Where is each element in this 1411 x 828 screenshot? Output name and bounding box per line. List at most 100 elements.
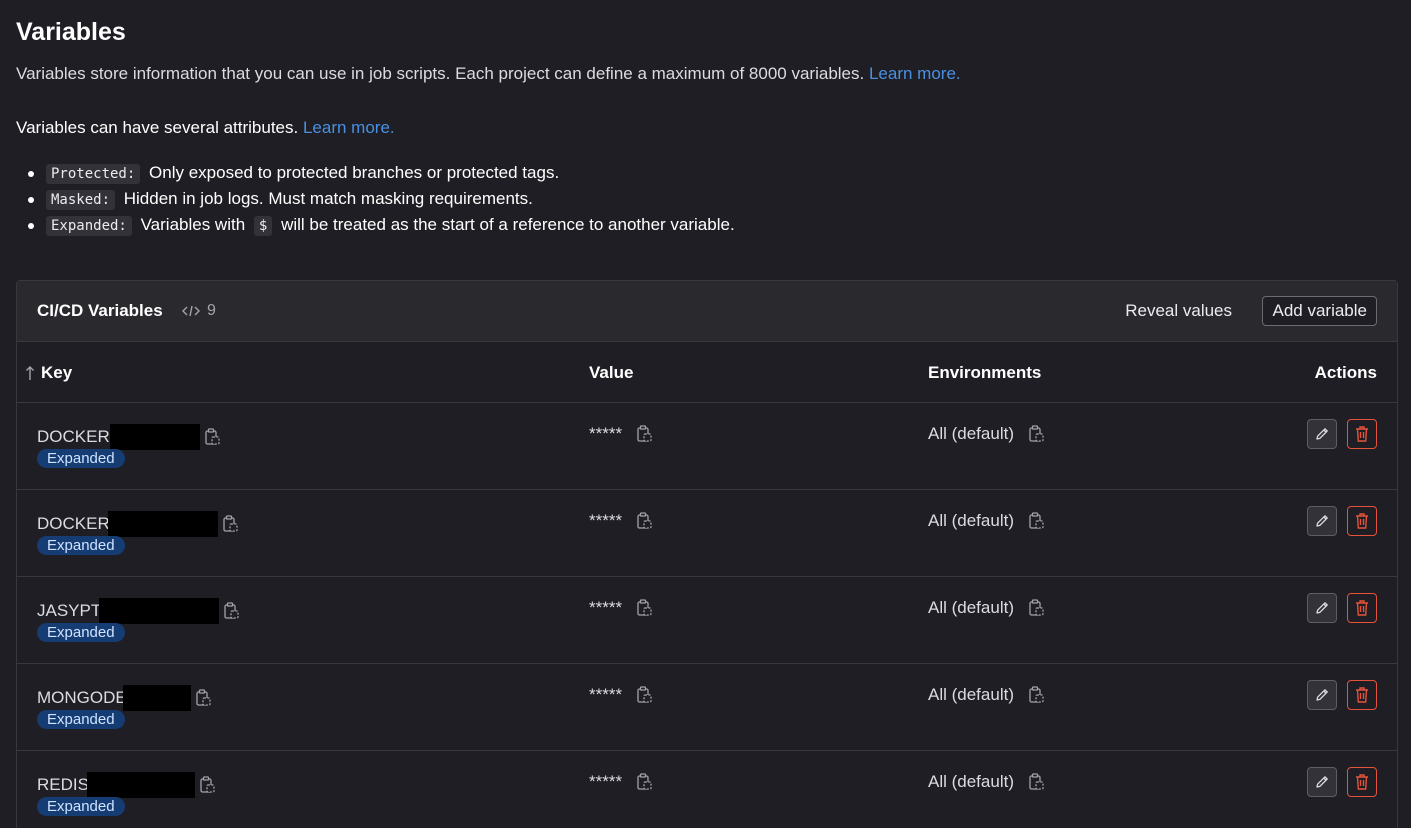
masked-value: ***** bbox=[589, 424, 623, 443]
copy-clipboard-icon bbox=[637, 599, 652, 616]
trash-icon bbox=[1356, 774, 1368, 790]
attribute-code: Masked: bbox=[46, 190, 116, 210]
edit-variable-button[interactable] bbox=[1307, 680, 1337, 710]
copy-clipboard-icon bbox=[1029, 773, 1044, 790]
variable-key: DOCKER bbox=[37, 511, 238, 537]
attribute-expanded: Expanded: Variables with $ will be treat… bbox=[28, 212, 735, 238]
variable-environment: All (default) bbox=[928, 598, 1044, 618]
masked-value: ***** bbox=[589, 511, 623, 530]
variable-environment: All (default) bbox=[928, 772, 1044, 792]
copy-environment-button[interactable] bbox=[1028, 773, 1044, 791]
copy-clipboard-icon bbox=[1029, 512, 1044, 529]
dollar-code: $ bbox=[253, 216, 273, 236]
attribute-code: Expanded: bbox=[46, 216, 132, 236]
redacted-region bbox=[122, 685, 191, 711]
ci-cd-variables-card: CI/CD Variables 9 Reveal values Add vari… bbox=[16, 280, 1398, 828]
copy-environment-button[interactable] bbox=[1028, 425, 1044, 443]
variable-environment: All (default) bbox=[928, 685, 1044, 705]
delete-variable-button[interactable] bbox=[1347, 419, 1377, 449]
copy-key-button[interactable] bbox=[223, 602, 239, 620]
variable-key: JASYPT bbox=[37, 598, 239, 624]
copy-value-button[interactable] bbox=[636, 686, 652, 704]
table-row: REDIS Expanded ***** All (default) bbox=[17, 751, 1397, 828]
attributes-learn-more-link[interactable]: Learn more. bbox=[303, 118, 395, 137]
copy-clipboard-icon bbox=[200, 776, 215, 793]
copy-clipboard-icon bbox=[637, 512, 652, 529]
masked-value: ***** bbox=[589, 685, 623, 704]
attribute-protected: Protected: Only exposed to protected bra… bbox=[28, 160, 735, 186]
copy-key-button[interactable] bbox=[204, 428, 220, 446]
copy-value-button[interactable] bbox=[636, 773, 652, 791]
redacted-region bbox=[86, 772, 195, 798]
delete-variable-button[interactable] bbox=[1347, 680, 1377, 710]
redacted-region bbox=[99, 598, 220, 624]
pencil-icon bbox=[1316, 428, 1328, 440]
value-column-header: Value bbox=[589, 363, 634, 382]
sort-ascending-icon bbox=[26, 366, 34, 380]
trash-icon bbox=[1356, 426, 1368, 442]
table-row: DOCKER Expanded ***** All (default) bbox=[17, 490, 1397, 577]
copy-value-button[interactable] bbox=[636, 425, 652, 443]
variable-key-text: DOCKER bbox=[37, 514, 110, 533]
variable-key-text: REDIS bbox=[37, 775, 89, 794]
copy-key-button[interactable] bbox=[199, 776, 215, 794]
table-row: DOCKER Expanded ***** All (default) bbox=[17, 403, 1397, 490]
copy-value-button[interactable] bbox=[636, 512, 652, 530]
card-header: CI/CD Variables 9 Reveal values Add vari… bbox=[17, 281, 1397, 342]
redacted-region bbox=[109, 424, 200, 450]
variable-count: 9 bbox=[181, 302, 216, 320]
row-actions bbox=[1307, 506, 1377, 536]
edit-variable-button[interactable] bbox=[1307, 767, 1337, 797]
variable-key: DOCKER bbox=[37, 424, 220, 450]
trash-icon bbox=[1356, 513, 1368, 529]
pencil-icon bbox=[1316, 776, 1328, 788]
masked-value: ***** bbox=[589, 772, 623, 791]
attribute-text: Hidden in job logs. Must match masking r… bbox=[123, 189, 533, 208]
copy-environment-button[interactable] bbox=[1028, 512, 1044, 530]
delete-variable-button[interactable] bbox=[1347, 593, 1377, 623]
copy-clipboard-icon bbox=[637, 425, 652, 442]
variable-environment: All (default) bbox=[928, 424, 1044, 444]
pencil-icon bbox=[1316, 515, 1328, 527]
delete-variable-button[interactable] bbox=[1347, 767, 1377, 797]
card-title: CI/CD Variables bbox=[37, 301, 163, 320]
add-variable-button[interactable]: Add variable bbox=[1262, 296, 1377, 326]
learn-more-link[interactable]: Learn more. bbox=[869, 64, 961, 83]
key-header-label: Key bbox=[41, 363, 73, 382]
copy-clipboard-icon bbox=[637, 686, 652, 703]
table-header: Key Value Environments Actions bbox=[17, 342, 1397, 403]
variable-value: ***** bbox=[589, 598, 652, 618]
delete-variable-button[interactable] bbox=[1347, 506, 1377, 536]
copy-clipboard-icon bbox=[196, 689, 211, 706]
variable-value: ***** bbox=[589, 511, 652, 531]
key-column-header[interactable]: Key bbox=[25, 363, 72, 383]
table-row: JASYPT Expanded ***** All (default) bbox=[17, 577, 1397, 664]
table-row: MONGODE Expanded ***** All (default) bbox=[17, 664, 1397, 751]
copy-clipboard-icon bbox=[223, 515, 238, 532]
reveal-values-button[interactable]: Reveal values bbox=[1125, 301, 1232, 321]
edit-variable-button[interactable] bbox=[1307, 593, 1337, 623]
attribute-masked: Masked: Hidden in job logs. Must match m… bbox=[28, 186, 735, 212]
copy-clipboard-icon bbox=[224, 602, 239, 619]
expanded-badge: Expanded bbox=[37, 623, 125, 642]
edit-variable-button[interactable] bbox=[1307, 419, 1337, 449]
copy-key-button[interactable] bbox=[222, 515, 238, 533]
row-actions bbox=[1307, 419, 1377, 449]
copy-clipboard-icon bbox=[1029, 599, 1044, 616]
environment-scope: All (default) bbox=[928, 511, 1014, 530]
row-actions bbox=[1307, 593, 1377, 623]
attributes-list: Protected: Only exposed to protected bra… bbox=[28, 160, 735, 238]
copy-environment-button[interactable] bbox=[1028, 599, 1044, 617]
variable-key-text: JASYPT bbox=[37, 601, 102, 620]
copy-key-button[interactable] bbox=[195, 689, 211, 707]
copy-clipboard-icon bbox=[1029, 686, 1044, 703]
edit-variable-button[interactable] bbox=[1307, 506, 1337, 536]
description-text: Variables store information that you can… bbox=[16, 64, 865, 83]
copy-value-button[interactable] bbox=[636, 599, 652, 617]
copy-clipboard-icon bbox=[637, 773, 652, 790]
table-body: DOCKER Expanded ***** All (default) DOCKE… bbox=[17, 403, 1397, 828]
variable-count-value: 9 bbox=[207, 302, 216, 319]
copy-environment-button[interactable] bbox=[1028, 686, 1044, 704]
variable-key-text: DOCKER bbox=[37, 427, 110, 446]
row-actions bbox=[1307, 767, 1377, 797]
